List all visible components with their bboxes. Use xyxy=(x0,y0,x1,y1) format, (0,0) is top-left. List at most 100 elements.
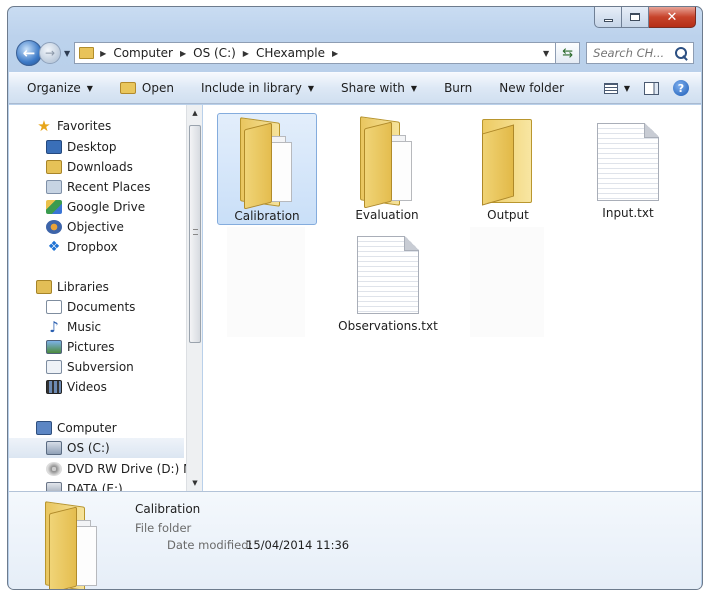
sidebar-item-objective[interactable]: Objective xyxy=(46,217,124,237)
organize-button[interactable]: Organize ▼ xyxy=(27,81,93,95)
sidebar-item-google-drive[interactable]: Google Drive xyxy=(46,197,145,217)
sidebar-item-desktop[interactable]: Desktop xyxy=(46,137,117,157)
breadcrumb-separator-icon[interactable]: ▶ xyxy=(180,49,186,58)
search-icon[interactable] xyxy=(675,46,688,60)
forward-button[interactable]: → xyxy=(39,42,61,64)
breadcrumb-separator-icon[interactable]: ▶ xyxy=(100,49,106,58)
organize-label: Organize xyxy=(27,81,81,95)
sidebar-label: Favorites xyxy=(57,119,112,133)
new-folder-button[interactable]: New folder xyxy=(499,81,564,95)
maximize-icon xyxy=(630,13,640,21)
details-date-label: Date modified: xyxy=(167,538,253,552)
include-in-library-button[interactable]: Include in library ▼ xyxy=(201,81,314,95)
folder-icon xyxy=(478,119,538,206)
share-with-button[interactable]: Share with ▼ xyxy=(341,81,417,95)
sidebar-label: DATA (E:) xyxy=(67,482,123,491)
sidebar-label: Objective xyxy=(67,220,124,234)
open-label: Open xyxy=(141,81,174,95)
sidebar-computer[interactable]: Computer xyxy=(36,418,117,438)
minimize-icon xyxy=(603,18,613,22)
empty-slot xyxy=(227,227,305,337)
google-drive-icon xyxy=(46,200,62,214)
chevron-down-icon[interactable]: ▼ xyxy=(624,84,630,93)
sidebar-label: DVD RW Drive (D:) Ma xyxy=(67,462,186,476)
sidebar-label: Google Drive xyxy=(67,200,146,214)
chevron-down-icon: ▼ xyxy=(410,83,418,93)
forward-arrow-icon: → xyxy=(44,46,56,60)
sidebar-item-videos[interactable]: Videos xyxy=(46,377,107,397)
recent-pages-dropdown-icon[interactable]: ▼ xyxy=(64,49,70,58)
sidebar-item-dvd-drive[interactable]: DVD RW Drive (D:) Ma xyxy=(46,459,186,479)
maximize-button[interactable] xyxy=(622,7,649,28)
refresh-button[interactable]: ⇆ xyxy=(556,42,581,64)
grip-icon xyxy=(193,229,198,235)
file-item-input-txt[interactable]: Input.txt xyxy=(578,113,678,225)
open-folder-icon xyxy=(119,82,136,94)
address-dropdown-icon[interactable]: ▼ xyxy=(543,49,549,58)
details-date-value: 15/04/2014 11:36 xyxy=(246,538,350,552)
sidebar-item-downloads[interactable]: Downloads xyxy=(46,157,133,177)
breadcrumb-separator-icon[interactable]: ▶ xyxy=(332,49,338,58)
file-name: Calibration xyxy=(234,209,300,223)
minimize-button[interactable] xyxy=(594,7,622,28)
burn-label: Burn xyxy=(444,81,473,95)
back-arrow-icon: ← xyxy=(22,44,36,62)
pictures-icon xyxy=(46,340,62,354)
sidebar-item-data-e[interactable]: DATA (E:) xyxy=(46,479,123,491)
refresh-icon: ⇆ xyxy=(562,45,574,61)
scroll-down-icon[interactable]: ▼ xyxy=(187,475,203,491)
file-item-observations-txt[interactable]: Observations.txt xyxy=(338,226,438,338)
recent-places-icon xyxy=(46,180,62,194)
close-icon: ✕ xyxy=(666,9,678,25)
drive-icon xyxy=(46,482,62,491)
share-with-label: Share with xyxy=(341,81,405,95)
music-icon: ♪ xyxy=(49,318,59,336)
file-list: Calibration Evaluation Output Input.txt … xyxy=(203,105,701,491)
scroll-up-icon[interactable]: ▲ xyxy=(187,105,203,121)
breadcrumb-computer[interactable]: Computer xyxy=(113,46,173,60)
address-bar[interactable]: ▶ Computer ▶ OS (C:) ▶ CHexample ▶ ▼ xyxy=(74,42,557,64)
sidebar-item-os-c[interactable]: OS (C:) xyxy=(9,438,184,458)
search-input[interactable] xyxy=(593,46,668,60)
sidebar-favorites[interactable]: ★ Favorites xyxy=(36,116,111,136)
sidebar-item-dropbox[interactable]: ❖ Dropbox xyxy=(46,237,118,257)
sidebar-label: Recent Places xyxy=(67,180,151,194)
sidebar-label: OS (C:) xyxy=(67,441,110,455)
sidebar-label: Downloads xyxy=(67,160,133,174)
search-box[interactable] xyxy=(586,42,694,64)
objective-icon xyxy=(46,220,62,234)
change-view-icon[interactable] xyxy=(603,82,618,94)
details-pane: Calibration File folder Date modified: 1… xyxy=(9,491,701,589)
include-in-library-label: Include in library xyxy=(200,81,302,95)
preview-pane-icon[interactable] xyxy=(644,81,659,95)
scrollbar-thumb[interactable] xyxy=(189,125,201,343)
text-file-icon xyxy=(597,123,659,201)
file-item-output[interactable]: Output xyxy=(458,113,558,225)
file-name: Input.txt xyxy=(602,206,654,220)
breadcrumb-os-c[interactable]: OS (C:) xyxy=(193,46,236,60)
sidebar-libraries[interactable]: Libraries xyxy=(36,277,109,297)
sidebar-label: Computer xyxy=(57,421,117,435)
folder-icon xyxy=(79,47,95,59)
breadcrumb-chexample[interactable]: CHexample xyxy=(256,46,325,60)
file-item-calibration[interactable]: Calibration xyxy=(217,113,317,225)
sidebar-item-recent-places[interactable]: Recent Places xyxy=(46,177,150,197)
help-icon[interactable]: ? xyxy=(673,80,689,96)
sidebar-item-documents[interactable]: Documents xyxy=(46,297,135,317)
sidebar-label: Videos xyxy=(67,380,107,394)
breadcrumb-separator-icon[interactable]: ▶ xyxy=(243,49,249,58)
burn-button[interactable]: Burn xyxy=(444,81,472,95)
file-item-evaluation[interactable]: Evaluation xyxy=(337,113,437,225)
new-folder-label: New folder xyxy=(499,81,565,95)
close-button[interactable]: ✕ xyxy=(649,7,696,28)
open-button[interactable]: Open xyxy=(119,81,174,95)
details-type: File folder xyxy=(135,521,192,535)
documents-icon xyxy=(46,300,62,314)
sidebar-item-music[interactable]: ♪ Music xyxy=(46,317,101,337)
chevron-down-icon: ▼ xyxy=(307,83,314,93)
sidebar-item-pictures[interactable]: Pictures xyxy=(46,337,115,357)
star-icon: ★ xyxy=(37,117,51,135)
navigation-scrollbar[interactable]: ▲ ▼ xyxy=(186,105,202,491)
sidebar-item-subversion[interactable]: Subversion xyxy=(46,357,134,377)
file-name: Observations.txt xyxy=(338,319,438,333)
